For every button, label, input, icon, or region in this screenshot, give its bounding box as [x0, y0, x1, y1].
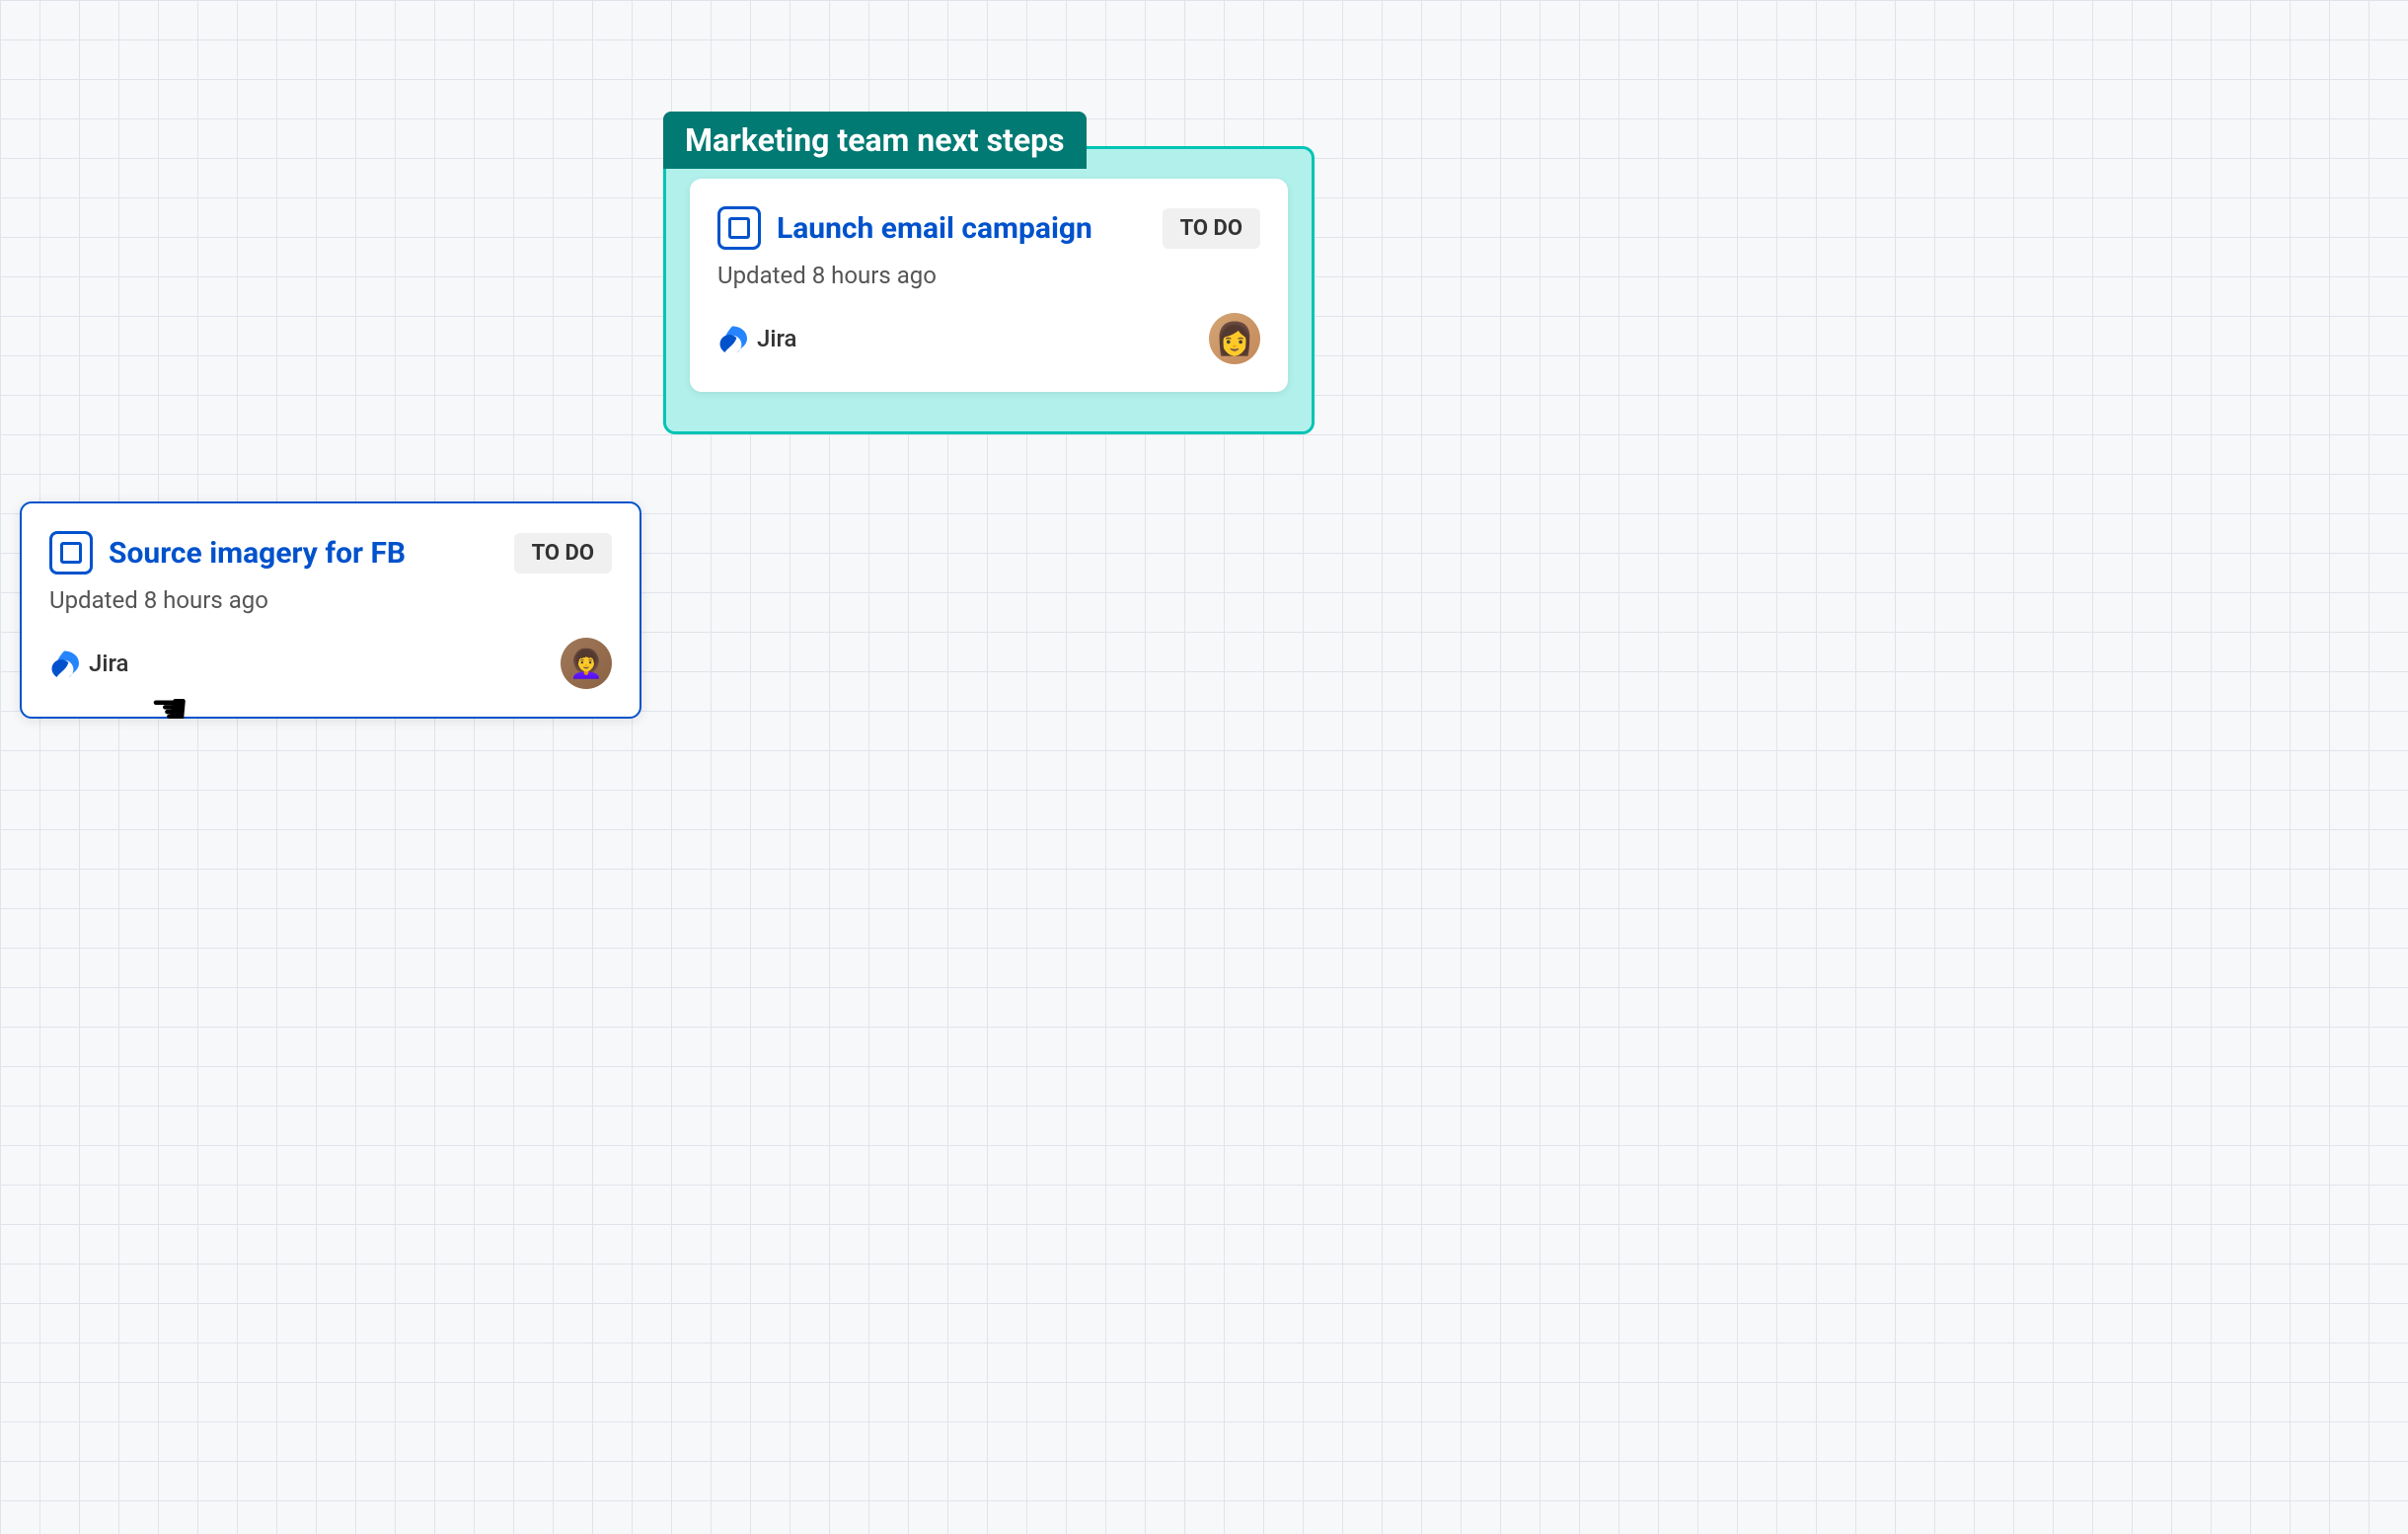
updated-time-launch-email: Updated 8 hours ago	[717, 262, 1260, 289]
jira-logo-icon	[717, 324, 747, 353]
card-title-launch-email: Launch email campaign	[777, 211, 1092, 246]
card-title-source-imagery: Source imagery for FB	[109, 536, 406, 571]
jira-source-source-imagery: Jira	[49, 649, 128, 678]
launch-email-card[interactable]: Launch email campaign TO DO Updated 8 ho…	[690, 179, 1288, 392]
jira-label-launch-email: Jira	[757, 325, 796, 352]
jira-source-launch-email: Jira	[717, 324, 796, 353]
avatar-source-imagery	[561, 638, 612, 689]
task-icon-inner-source	[60, 542, 82, 564]
avatar-launch-email	[1209, 313, 1260, 364]
jira-icon-square	[717, 206, 761, 250]
jira-icon-square-source	[49, 531, 93, 575]
jira-label-source-imagery: Jira	[89, 650, 128, 677]
task-icon-inner	[728, 217, 750, 239]
status-badge-launch-email: TO DO	[1163, 208, 1260, 249]
jira-logo-icon-source	[49, 649, 79, 678]
status-badge-source-imagery: TO DO	[514, 533, 612, 574]
updated-time-source-imagery: Updated 8 hours ago	[49, 586, 612, 614]
marketing-group: Marketing team next steps Launch email c…	[663, 146, 1315, 434]
source-imagery-card[interactable]: Source imagery for FB TO DO Updated 8 ho…	[20, 501, 641, 719]
group-label: Marketing team next steps	[663, 112, 1087, 169]
